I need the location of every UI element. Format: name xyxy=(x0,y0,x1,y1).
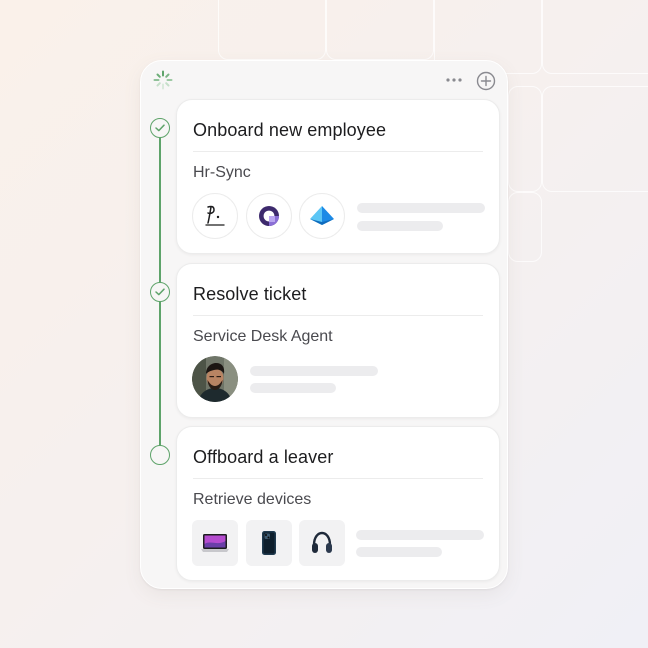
add-step-icon[interactable] xyxy=(476,71,496,91)
step-3-pending-node xyxy=(150,445,170,465)
step-title: Onboard new employee xyxy=(193,120,387,140)
step-card-offboard[interactable]: Offboard a leaver Retrieve devices xyxy=(176,426,500,581)
placeholder-line xyxy=(357,221,443,231)
more-options-icon[interactable] xyxy=(444,72,464,88)
step-card-onboard[interactable]: Onboard new employee Hr-Sync xyxy=(176,99,500,254)
step-title: Offboard a leaver xyxy=(193,447,334,467)
step-subtitle: Retrieve devices xyxy=(193,491,312,508)
placeholder-line xyxy=(357,203,485,213)
divider xyxy=(193,478,483,479)
loading-spinner-icon xyxy=(153,70,173,90)
divider xyxy=(193,151,483,152)
agent-avatar[interactable] xyxy=(192,356,238,402)
step-subtitle: Service Desk Agent xyxy=(193,328,333,345)
purple-ring-app-icon[interactable] xyxy=(246,193,292,239)
headphones-icon[interactable] xyxy=(299,520,345,566)
step-title: Resolve ticket xyxy=(193,284,307,304)
azure-pyramid-app-icon[interactable] xyxy=(299,193,345,239)
step-2-check-icon xyxy=(150,282,170,302)
placeholder-line xyxy=(250,366,378,376)
smartphone-icon[interactable] xyxy=(246,520,292,566)
signature-app-icon[interactable] xyxy=(192,193,238,239)
laptop-icon[interactable] xyxy=(192,520,238,566)
step-card-resolve-ticket[interactable]: Resolve ticket Service Desk Agent xyxy=(176,263,500,418)
step-1-check-icon xyxy=(150,118,170,138)
placeholder-line xyxy=(356,547,442,557)
placeholder-line xyxy=(250,383,336,393)
divider xyxy=(193,315,483,316)
placeholder-line xyxy=(356,530,484,540)
step-subtitle: Hr-Sync xyxy=(193,164,251,181)
